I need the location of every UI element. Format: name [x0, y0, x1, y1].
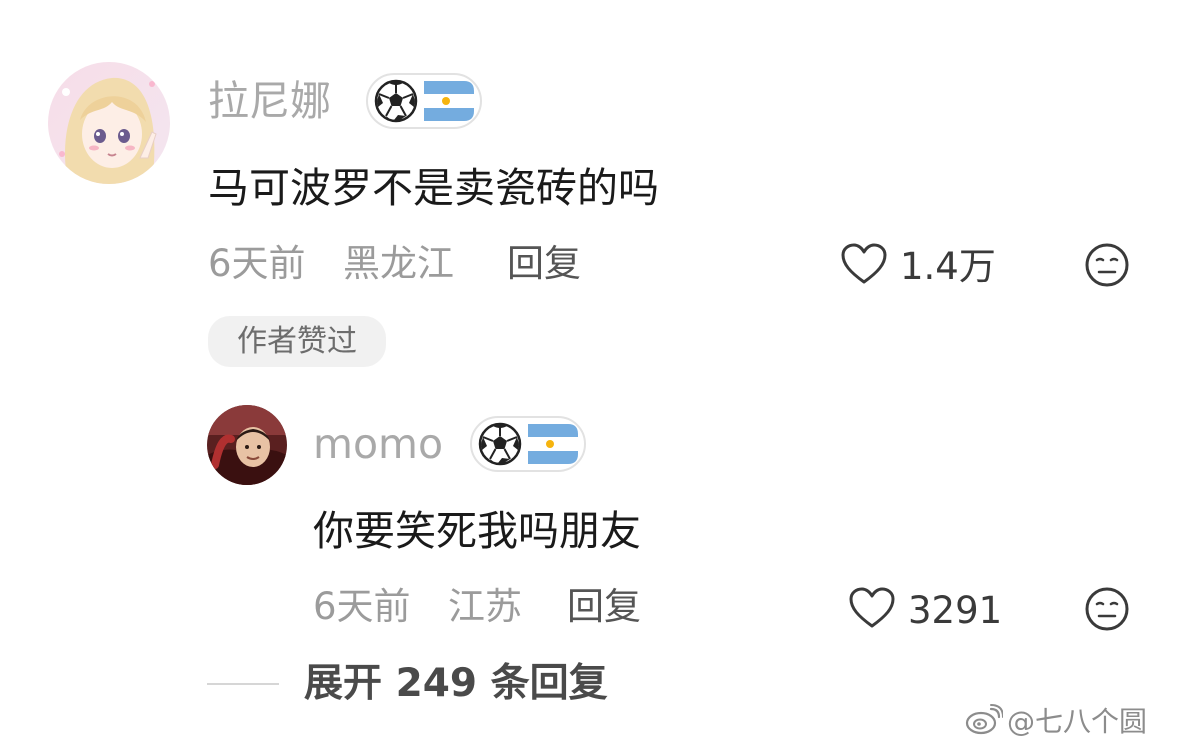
fan-badge[interactable]: [366, 73, 482, 129]
weibo-logo-icon: [965, 703, 1004, 740]
avatar[interactable]: [207, 405, 287, 485]
comment-location: 黑龙江: [343, 242, 454, 285]
username[interactable]: 拉尼娜: [208, 81, 331, 122]
heart-icon: [848, 586, 896, 634]
like-button[interactable]: 1.4万: [840, 243, 996, 289]
username[interactable]: momo: [313, 424, 443, 465]
watermark-text: @七八个圆: [1007, 704, 1148, 738]
neutral-face-icon[interactable]: [1084, 586, 1130, 636]
reply-location: 江苏: [448, 585, 522, 628]
reply-button[interactable]: 回复: [567, 588, 641, 625]
comment-text: 你要笑死我吗朋友: [313, 507, 641, 555]
neutral-face-icon[interactable]: [1084, 242, 1130, 292]
like-count: 3291: [908, 588, 1003, 632]
heart-icon: [840, 242, 888, 290]
author-liked-badge: 作者赞过: [208, 316, 386, 367]
soccer-ball-icon: [374, 79, 418, 123]
argentina-flag-icon: [522, 424, 578, 464]
reply-button[interactable]: 回复: [507, 245, 581, 282]
like-count: 1.4万: [900, 244, 996, 288]
comment-text: 马可波罗不是卖瓷砖的吗: [208, 164, 659, 212]
fan-badge[interactable]: [470, 416, 586, 472]
reply-time: 6天前: [313, 585, 411, 628]
expand-divider: [207, 683, 279, 685]
expand-replies-button[interactable]: 展开 249 条回复: [304, 664, 608, 703]
comment-time: 6天前: [208, 242, 306, 285]
like-button[interactable]: 3291: [848, 587, 1002, 633]
watermark: @七八个圆: [965, 703, 1147, 740]
argentina-flag-icon: [418, 81, 474, 121]
soccer-ball-icon: [478, 422, 522, 466]
avatar[interactable]: [48, 62, 170, 184]
